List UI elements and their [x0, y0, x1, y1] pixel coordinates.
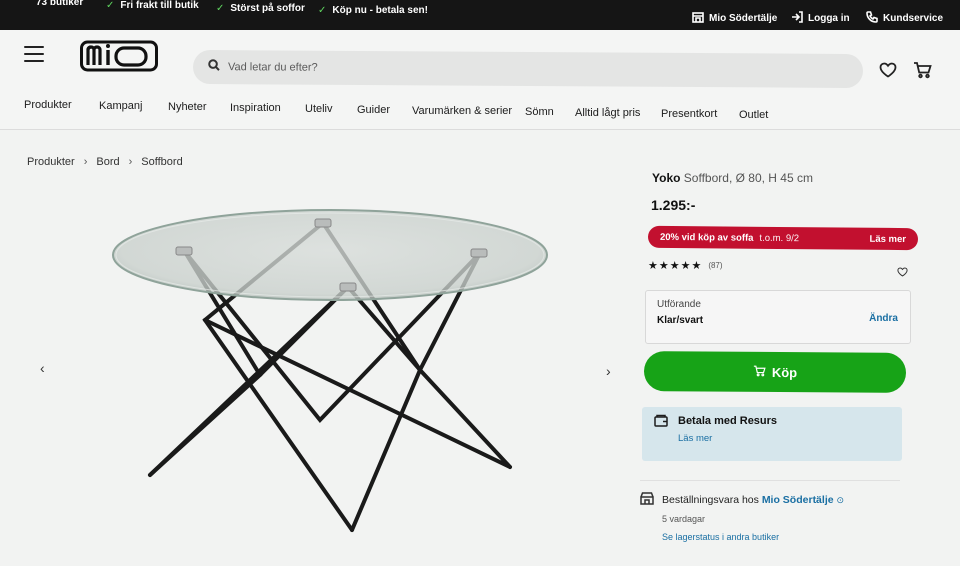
- promo-banner[interactable]: 20% vid köp av soffa t.o.m. 9/2 Läs mer: [647, 225, 919, 251]
- nav-item-inspiration[interactable]: Inspiration: [230, 102, 281, 114]
- info-icon[interactable]: ⊙: [837, 495, 845, 505]
- product-rating[interactable]: ★★★★★ (87): [648, 259, 723, 272]
- nav-item-somn[interactable]: Sömn: [525, 106, 554, 118]
- usp-item: ✓ Fri frakt till butik: [106, 0, 199, 11]
- login-label: Logga in: [808, 13, 850, 24]
- cart-icon: [753, 364, 766, 379]
- chevron-right-icon: ›: [128, 156, 133, 168]
- wishlist-icon[interactable]: [879, 62, 897, 83]
- check-icon: ✓: [216, 3, 225, 14]
- promo-date: t.o.m. 9/2: [759, 232, 800, 244]
- stock-title: Beställningsvara hos Mio Södertälje ⊙: [662, 494, 844, 506]
- login-link[interactable]: Logga in: [791, 11, 850, 26]
- delivery-days: 5 vardagar: [662, 514, 706, 524]
- usp-item: 73 butiker: [36, 0, 83, 8]
- check-icon: ✓: [106, 0, 115, 11]
- main-nav: Produkter Kampanj Nyheter Inspiration Ut…: [0, 99, 960, 156]
- nav-item-kampanj[interactable]: Kampanj: [99, 100, 142, 112]
- review-count: (87): [708, 261, 723, 270]
- usp-label: Störst på soffor: [230, 3, 305, 14]
- next-image-arrow[interactable]: ›: [606, 363, 611, 379]
- store-label: Mio Södertälje: [709, 13, 778, 24]
- divider: [640, 480, 900, 481]
- chevron-right-icon: ›: [83, 156, 88, 168]
- nav-item-nyheter[interactable]: Nyheter: [168, 101, 207, 113]
- product-subtitle: Soffbord, Ø 80, H 45 cm: [683, 171, 813, 185]
- store-icon: [692, 11, 704, 26]
- product-name: Yoko: [652, 171, 681, 185]
- stock-prefix: Beställningsvara hos: [662, 494, 759, 506]
- breadcrumb-item[interactable]: Produkter: [27, 156, 75, 168]
- heart-icon[interactable]: [897, 264, 908, 282]
- payment-title: Betala med Resurs: [678, 415, 778, 427]
- promo-read-more-link[interactable]: Läs mer: [870, 233, 907, 244]
- nav-item-outlet[interactable]: Outlet: [739, 109, 768, 121]
- store-icon: [640, 492, 654, 510]
- nav-item-guider[interactable]: Guider: [357, 104, 390, 116]
- nav-item-alltid-lagt-pris[interactable]: Alltid lågt pris: [575, 107, 640, 119]
- payment-read-more-link[interactable]: Läs mer: [678, 433, 712, 444]
- check-icon: ✓: [318, 5, 327, 16]
- search-input[interactable]: [227, 61, 629, 76]
- nav-item-uteliv[interactable]: Uteliv: [305, 103, 333, 115]
- usp-label: Fri frakt till butik: [120, 0, 199, 11]
- menu-icon[interactable]: [24, 46, 44, 62]
- phone-icon: [866, 11, 878, 26]
- product-price: 1.295:-: [651, 197, 696, 213]
- change-variant-link[interactable]: Ändra: [869, 313, 898, 324]
- buy-label: Köp: [771, 364, 798, 380]
- customer-service-link[interactable]: Kundservice: [866, 11, 943, 26]
- previous-image-arrow[interactable]: ‹: [40, 360, 45, 376]
- nav-item-produkter[interactable]: Produkter: [24, 99, 72, 111]
- top-announcement-bar: 73 butiker ✓ Fri frakt till butik ✓ Stör…: [0, 0, 960, 30]
- breadcrumb-item[interactable]: Soffbord: [141, 156, 182, 168]
- cart-icon[interactable]: [913, 61, 932, 84]
- stock-store-link[interactable]: Mio Södertälje: [762, 494, 834, 506]
- mio-logo[interactable]: [80, 36, 158, 74]
- breadcrumb: Produkter › Bord › Soffbord: [27, 156, 183, 168]
- nav-item-presentkort[interactable]: Presentkort: [661, 108, 717, 120]
- usp-label: Köp nu - betala sen!: [332, 5, 428, 16]
- store-selector[interactable]: Mio Södertälje: [692, 11, 777, 26]
- logo-graphic: [80, 40, 158, 72]
- login-icon: [791, 11, 803, 26]
- usp-item[interactable]: ✓ Köp nu - betala sen!: [318, 5, 428, 16]
- variant-value: Klar/svart: [657, 315, 704, 326]
- site-header: Produkter Kampanj Nyheter Inspiration Ut…: [0, 30, 960, 130]
- variant-label: Utförande: [657, 299, 701, 310]
- nav-item-varumarken[interactable]: Varumärken & serier: [412, 105, 512, 117]
- usp-label: 73 butiker: [36, 0, 84, 8]
- service-label: Kundservice: [883, 13, 944, 24]
- buy-button[interactable]: Köp: [643, 351, 907, 393]
- payment-resurs-box: Betala med Resurs Läs mer: [642, 407, 902, 461]
- product-image: [112, 209, 548, 532]
- product-gallery: ‹ ›: [0, 175, 630, 566]
- promo-text: 20% vid köp av soffa: [659, 231, 754, 244]
- product-title: Yoko Soffbord, Ø 80, H 45 cm: [652, 171, 813, 185]
- star-rating-icon: ★★★★★: [648, 260, 703, 272]
- search-icon: [208, 58, 220, 76]
- other-stores-stock-link[interactable]: Se lagerstatus i andra butiker: [662, 532, 779, 542]
- search-bar[interactable]: [192, 49, 864, 89]
- variant-selector[interactable]: Utförande Klar/svart Ändra: [645, 290, 911, 344]
- usp-item: ✓ Störst på soffor: [216, 3, 305, 14]
- wallet-icon: [654, 414, 668, 432]
- breadcrumb-item[interactable]: Bord: [96, 156, 119, 168]
